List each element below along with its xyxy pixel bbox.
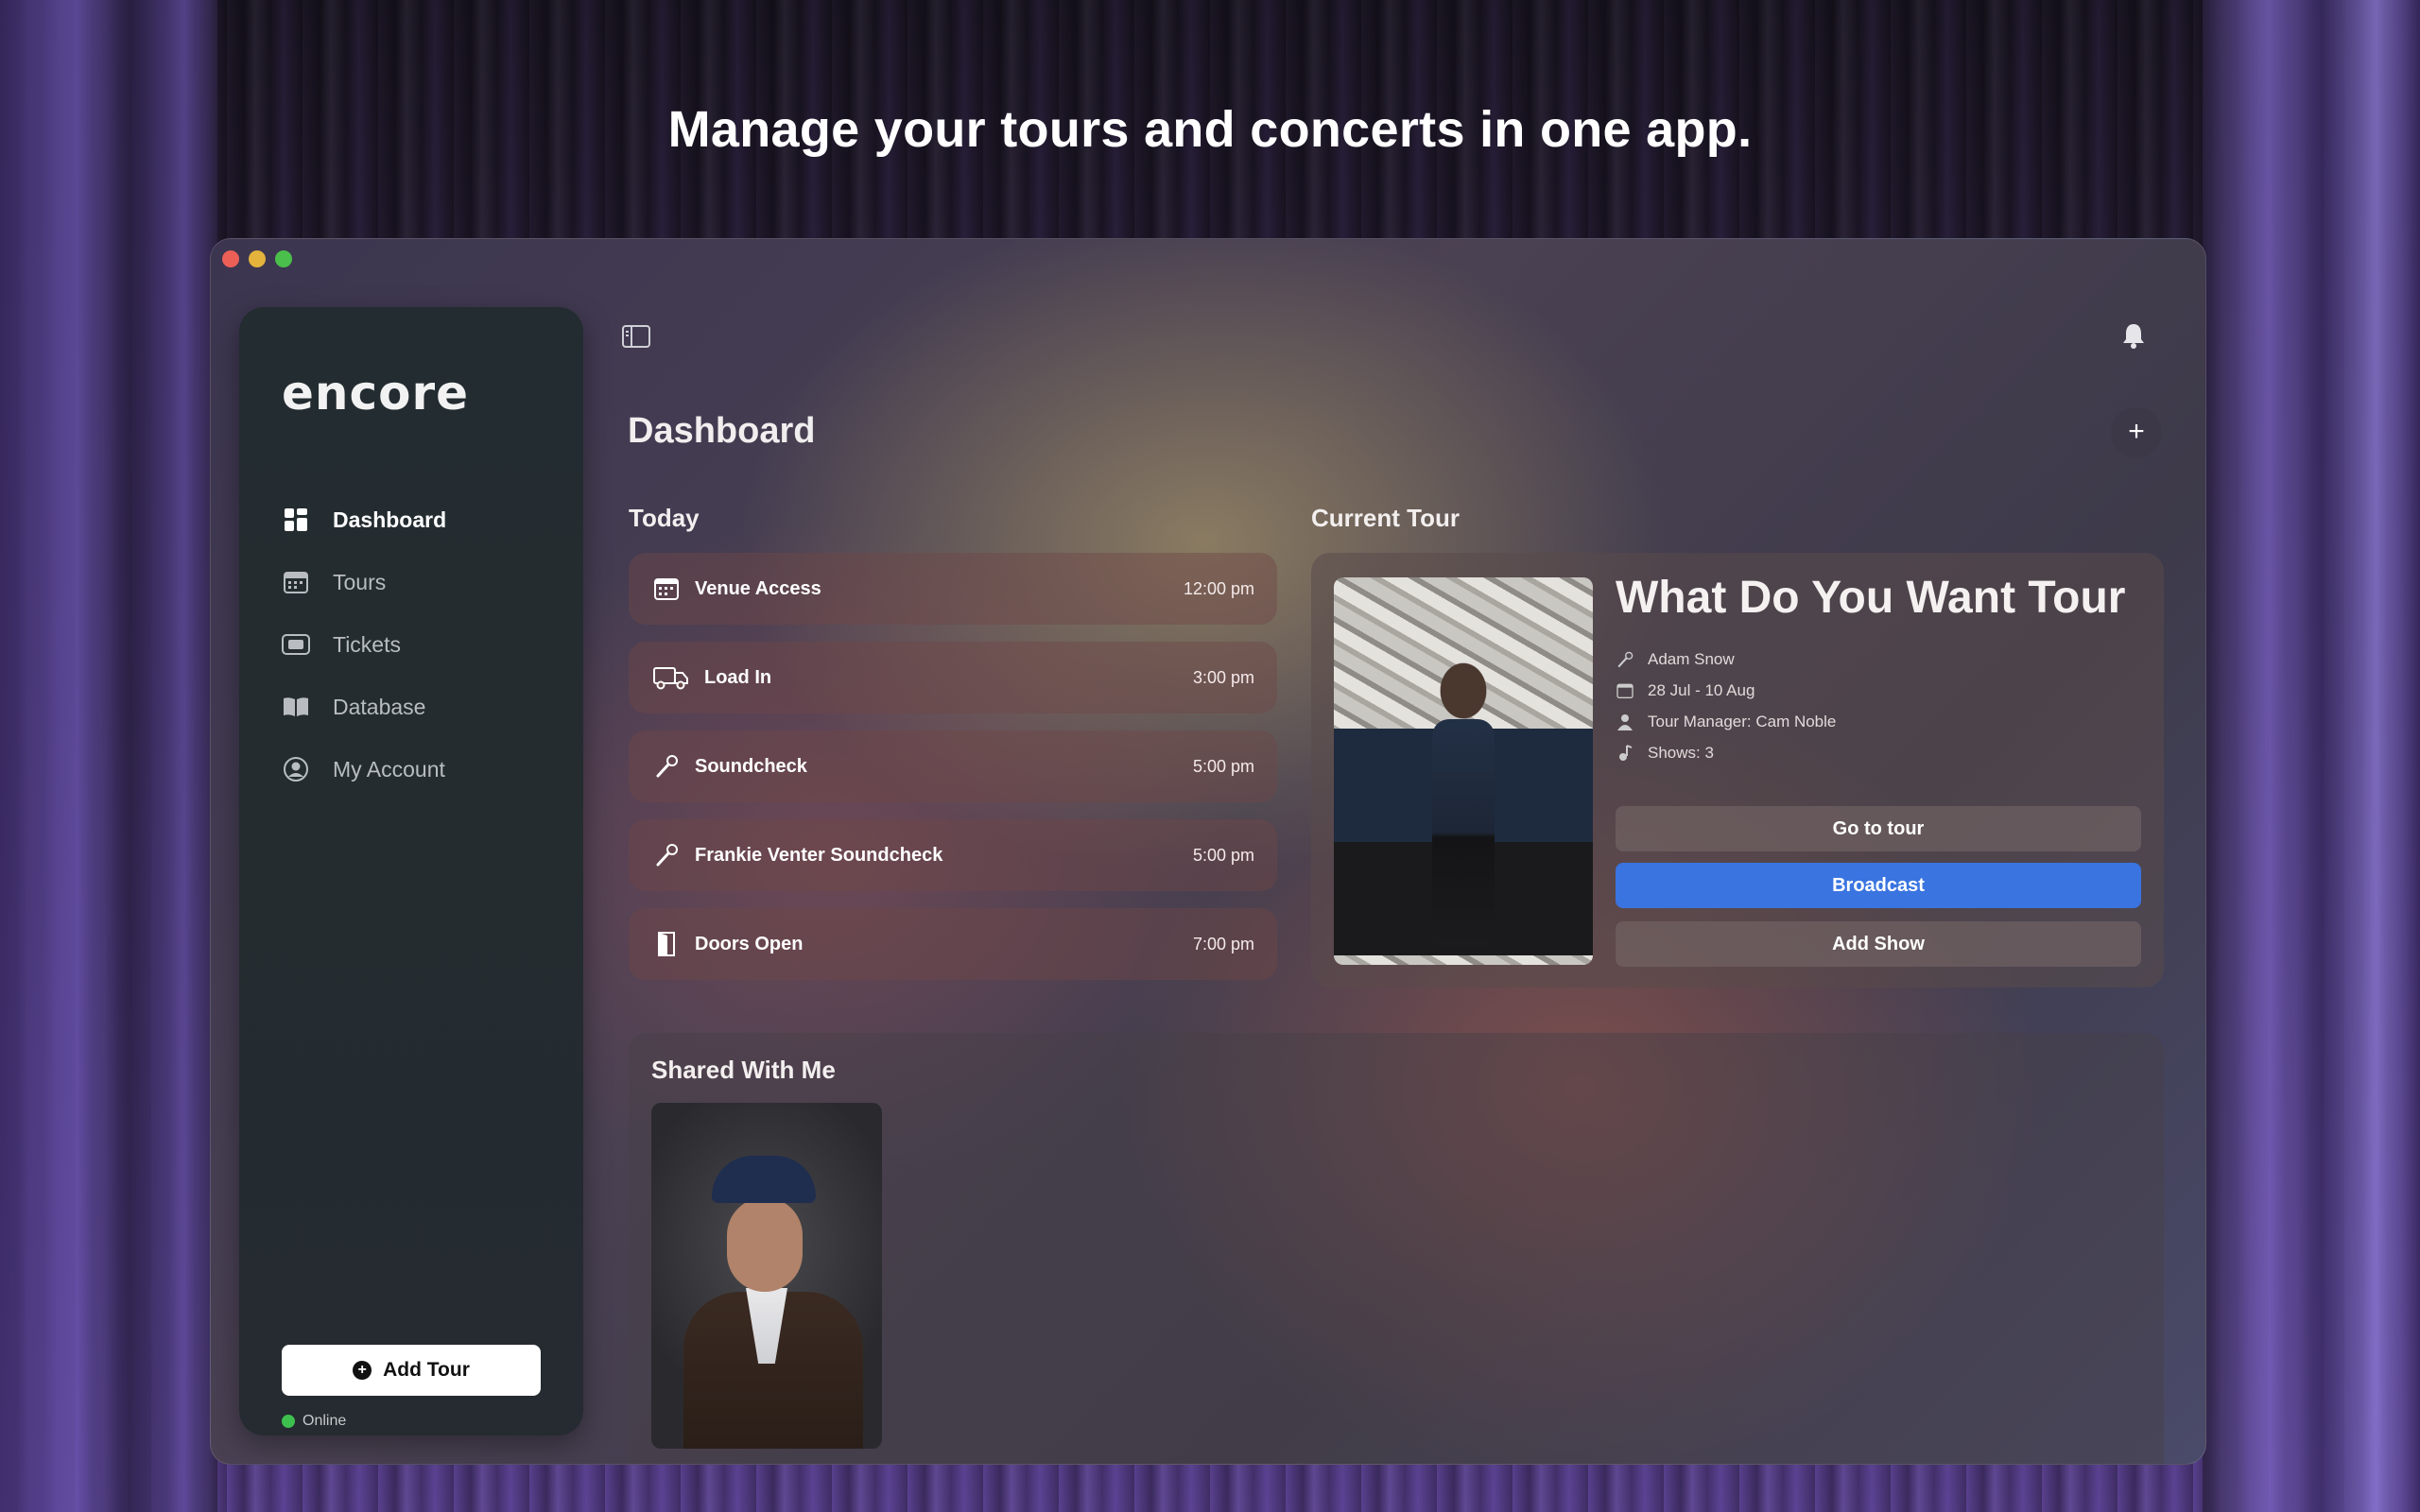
- sidebar: encore Dashboard Tours Tickets Database …: [239, 307, 583, 1435]
- grid-icon: [282, 506, 310, 534]
- person-icon: [1616, 713, 1634, 731]
- shared-with-me-card: Shared With Me: [629, 1033, 2164, 1464]
- tour-artwork-figure: [1432, 719, 1495, 946]
- sidebar-item-label: Tours: [333, 569, 387, 594]
- tour-dates: 28 Jul - 10 Aug: [1648, 680, 1755, 699]
- sidebar-item-tours[interactable]: Tours: [282, 551, 446, 613]
- zoom-window-button[interactable]: [275, 250, 292, 267]
- sidebar-item-database[interactable]: Database: [282, 676, 446, 738]
- sidebar-toggle-icon: [622, 325, 650, 348]
- tour-artwork-image[interactable]: [1334, 577, 1593, 965]
- plus-circle-icon: +: [353, 1361, 372, 1380]
- today-item-label: Soundcheck: [695, 755, 807, 777]
- page-title: Dashboard: [628, 411, 816, 451]
- today-item-load-in[interactable]: Load In 3:00 pm: [629, 642, 1277, 713]
- close-window-button[interactable]: [222, 250, 239, 267]
- tour-artist-row: Adam Snow: [1616, 644, 1836, 675]
- status-dot-icon: [282, 1415, 295, 1428]
- sidebar-item-my-account[interactable]: My Account: [282, 738, 446, 800]
- tour-manager: Tour Manager: Cam Noble: [1648, 712, 1837, 730]
- app-window: encore Dashboard Tours Tickets Database …: [210, 238, 2206, 1465]
- music-note-icon: [1616, 744, 1634, 763]
- user-circle-icon: [282, 755, 310, 783]
- go-to-tour-button[interactable]: Go to tour: [1616, 806, 2141, 851]
- truck-icon: [653, 664, 689, 691]
- marketing-headline: Manage your tours and concerts in one ap…: [667, 101, 1753, 158]
- shared-artwork-face: [727, 1197, 803, 1292]
- microphone-icon: [1616, 650, 1634, 669]
- window-controls: [222, 250, 292, 267]
- sidebar-item-tickets[interactable]: Tickets: [282, 613, 446, 676]
- microphone-icon: [653, 753, 680, 780]
- toggle-sidebar-button[interactable]: [621, 324, 651, 349]
- add-show-button[interactable]: Add Show: [1616, 921, 2141, 967]
- today-item-soundcheck[interactable]: Soundcheck 5:00 pm: [629, 730, 1277, 802]
- notifications-button[interactable]: [2118, 320, 2149, 351]
- background-curtain-left: [0, 0, 217, 1512]
- today-item-doors-open[interactable]: Doors Open 7:00 pm: [629, 908, 1277, 980]
- shared-artwork-cap: [712, 1156, 816, 1203]
- today-item-time: 5:00 pm: [1192, 845, 1254, 865]
- bell-icon: [2123, 324, 2144, 349]
- status-label: Online: [302, 1413, 347, 1429]
- tour-name: What Do You Want Tour: [1616, 573, 2126, 623]
- sidebar-item-label: My Account: [333, 756, 445, 782]
- add-tour-label: Add Tour: [383, 1359, 470, 1381]
- today-item-time: 5:00 pm: [1192, 756, 1254, 776]
- current-tour-card: What Do You Want Tour Adam Snow 28 Jul -…: [1311, 553, 2164, 988]
- sidebar-item-label: Tickets: [333, 631, 401, 657]
- plus-icon: +: [2128, 416, 2145, 447]
- broadcast-button[interactable]: Broadcast: [1616, 863, 2141, 908]
- microphone-icon: [653, 842, 680, 868]
- today-item-label: Doors Open: [695, 933, 804, 954]
- today-heading: Today: [629, 504, 700, 532]
- today-list: Venue Access 12:00 pm Load In 3:00 pm So…: [629, 553, 1277, 997]
- today-item-venue-access[interactable]: Venue Access 12:00 pm: [629, 553, 1277, 625]
- today-item-label: Frankie Venter Soundcheck: [695, 844, 943, 866]
- calendar-icon: [1616, 681, 1634, 700]
- today-item-time: 12:00 pm: [1183, 578, 1254, 598]
- connection-status: Online: [282, 1413, 346, 1430]
- add-button[interactable]: +: [2111, 407, 2162, 458]
- door-icon: [653, 931, 680, 957]
- calendar-icon: [653, 576, 680, 602]
- calendar-icon: [282, 568, 310, 596]
- tour-shows: Shows: 3: [1648, 743, 1714, 762]
- sidebar-item-label: Database: [333, 694, 426, 719]
- tour-details: Adam Snow 28 Jul - 10 Aug Tour Manager: …: [1616, 644, 1836, 768]
- sidebar-item-label: Dashboard: [333, 507, 447, 532]
- today-item-time: 3:00 pm: [1192, 667, 1254, 687]
- today-item-time: 7:00 pm: [1192, 934, 1254, 954]
- sidebar-nav: Dashboard Tours Tickets Database My Acco…: [282, 489, 446, 800]
- current-tour-heading: Current Tour: [1311, 504, 1460, 532]
- shared-tour-image[interactable]: [651, 1103, 882, 1449]
- tour-shows-row: Shows: 3: [1616, 737, 1836, 768]
- minimize-window-button[interactable]: [249, 250, 266, 267]
- tour-artist: Adam Snow: [1648, 649, 1735, 668]
- today-item-frankie-soundcheck[interactable]: Frankie Venter Soundcheck 5:00 pm: [629, 819, 1277, 891]
- today-item-label: Venue Access: [695, 577, 821, 599]
- sidebar-item-dashboard[interactable]: Dashboard: [282, 489, 446, 551]
- today-item-label: Load In: [704, 666, 772, 688]
- book-icon: [282, 693, 310, 721]
- tour-manager-row: Tour Manager: Cam Noble: [1616, 706, 1836, 737]
- shared-heading: Shared With Me: [651, 1056, 836, 1084]
- app-logo: encore: [282, 366, 470, 421]
- ticket-icon: [282, 630, 310, 659]
- background-curtain-right: [2203, 0, 2420, 1512]
- add-tour-button[interactable]: + Add Tour: [282, 1345, 541, 1396]
- tour-dates-row: 28 Jul - 10 Aug: [1616, 675, 1836, 706]
